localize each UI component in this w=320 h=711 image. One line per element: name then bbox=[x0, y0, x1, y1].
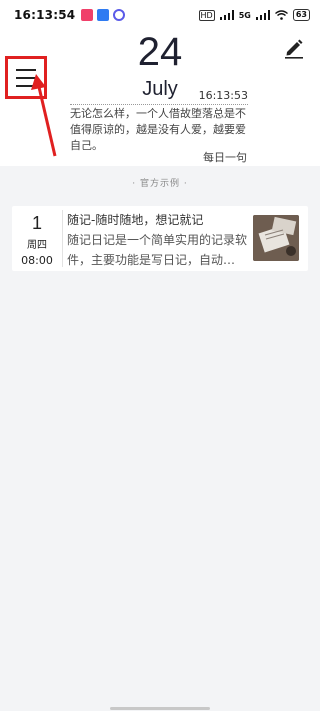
daily-quote: 无论怎么样，一个人借故堕落总是不值得原谅的，越是没有人爱，越要爱自己。 bbox=[70, 107, 246, 152]
quote-divider bbox=[70, 104, 248, 105]
entry-body: 随记日记是一个简单实用的记录软件，主要功能是写日记，自动… bbox=[67, 233, 247, 267]
battery-icon: 63 bbox=[292, 9, 310, 21]
thumbnail-image bbox=[253, 215, 299, 261]
entry-date: 1 周四 08:00 bbox=[12, 206, 62, 271]
app-notification-icon bbox=[113, 9, 126, 21]
signal-icon bbox=[255, 10, 270, 20]
entry-time: 08:00 bbox=[21, 254, 53, 267]
entry-content: 随记-随时随地，想记就记 随记日记是一个简单实用的记录软件，主要功能是写日记，自… bbox=[63, 206, 253, 271]
entry-title: 随记-随时随地，想记就记 bbox=[67, 213, 204, 227]
app-notification-icon bbox=[81, 9, 94, 21]
entry-day: 1 bbox=[31, 213, 42, 233]
hd-badge: HD bbox=[198, 9, 215, 21]
edit-pencil-icon bbox=[285, 39, 303, 59]
signal-icon bbox=[219, 10, 234, 20]
wifi-icon bbox=[274, 10, 288, 20]
diary-entry-card[interactable]: 1 周四 08:00 随记-随时随地，想记就记 随记日记是一个简单实用的记录软件… bbox=[12, 206, 308, 271]
day-number: 24 bbox=[137, 30, 183, 74]
entry-weekday: 周四 bbox=[27, 240, 47, 251]
home-indicator[interactable] bbox=[110, 707, 210, 710]
battery-level: 63 bbox=[295, 10, 307, 19]
entry-thumbnail bbox=[253, 215, 299, 261]
month-label: July bbox=[142, 78, 178, 100]
app-notification-icon bbox=[97, 9, 110, 21]
clock-time: 16:13:53 bbox=[198, 89, 248, 102]
status-time: 16:13:54 bbox=[14, 8, 76, 22]
edit-button[interactable] bbox=[282, 36, 306, 60]
section-title: · 官方示例 · bbox=[132, 179, 188, 189]
status-right: HD 5G 63 bbox=[198, 9, 310, 21]
network-type: 5G bbox=[238, 10, 251, 20]
notification-icons bbox=[81, 9, 126, 21]
status-bar: 16:13:54 HD 5G 63 bbox=[0, 0, 320, 30]
quote-source: 每日一句 bbox=[203, 151, 247, 164]
date-header: 24 July 16:13:53 无论怎么样，一个人借故堕落总是不值得原谅的，越… bbox=[0, 30, 320, 166]
